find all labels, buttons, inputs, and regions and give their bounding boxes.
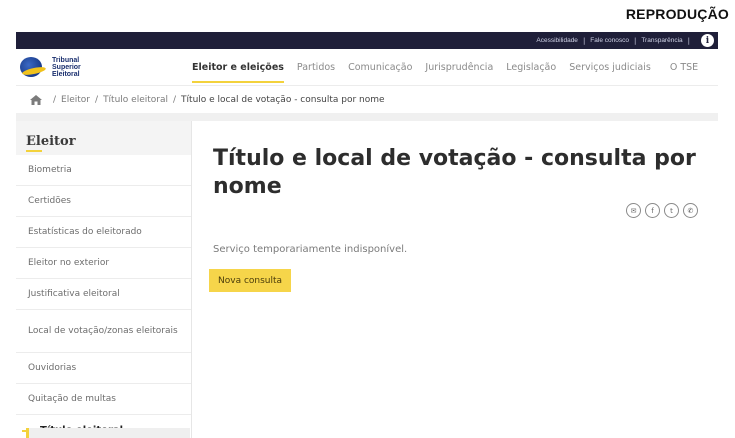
- tse-logo-icon: [20, 56, 47, 78]
- breadcrumb-eleitor[interactable]: Eleitor: [61, 95, 90, 105]
- accessibility-link[interactable]: Acessibilidade: [536, 37, 578, 44]
- sidebar-subitem-placeholder[interactable]: [26, 428, 190, 438]
- share-bar: ✉ f t ✆: [622, 203, 698, 218]
- nav-o-tse[interactable]: O TSE: [670, 62, 698, 73]
- utility-separator: |: [582, 36, 586, 45]
- nav-jurisprudencia[interactable]: Jurisprudência: [425, 62, 493, 73]
- sidebar-item-eleitor-exterior[interactable]: Eleitor no exterior: [16, 248, 191, 279]
- facebook-icon[interactable]: f: [645, 203, 660, 218]
- info-icon[interactable]: i: [701, 34, 714, 47]
- whatsapp-icon[interactable]: ✆: [683, 203, 698, 218]
- utility-bar: Acessibilidade | Fale conosco | Transpar…: [16, 32, 718, 49]
- utility-separator: |: [633, 36, 637, 45]
- twitter-icon[interactable]: t: [664, 203, 679, 218]
- nav-servicos-judiciais[interactable]: Serviços judiciais: [569, 62, 651, 73]
- main-content: Título e local de votação - consulta por…: [192, 121, 718, 438]
- contact-link[interactable]: Fale conosco: [590, 37, 629, 44]
- breadcrumb-separator: /: [95, 94, 99, 105]
- sidebar-item-biometria[interactable]: Biometria: [16, 155, 191, 186]
- breadcrumb-titulo-eleitoral[interactable]: Título eleitoral: [103, 95, 168, 105]
- breadcrumb-separator: /: [53, 94, 57, 105]
- nav-comunicacao[interactable]: Comunicação: [348, 62, 412, 73]
- sidebar-item-local-votacao[interactable]: Local de votação/zonas eleitorais: [16, 310, 191, 353]
- nav-eleitor-eleicoes[interactable]: Eleitor e eleições: [192, 62, 284, 83]
- transparency-link[interactable]: Transparência: [641, 37, 682, 44]
- page-title: Título e local de votação - consulta por…: [213, 146, 696, 199]
- email-icon[interactable]: ✉: [626, 203, 641, 218]
- sidebar-title: Eleitor: [26, 134, 76, 149]
- breadcrumb-separator: /: [173, 94, 177, 105]
- sidebar-item-estatisticas[interactable]: Estatísticas do eleitorado: [16, 217, 191, 248]
- breadcrumb: / Eleitor / Título eleitoral / Título e …: [16, 85, 718, 113]
- sidebar-item-quitacao-multas[interactable]: Quitação de multas: [16, 384, 191, 415]
- sidebar-item-certidoes[interactable]: Certidões: [16, 186, 191, 217]
- image-credit-caption: REPRODUÇÃO: [625, 6, 729, 22]
- sidebar: Eleitor Biometria Certidões Estatísticas…: [16, 121, 192, 438]
- tse-logo-text: Tribunal Superior Eleitoral: [52, 56, 81, 78]
- sidebar-header: Eleitor: [16, 121, 191, 155]
- utility-separator: |: [687, 36, 690, 45]
- section-divider: [16, 113, 718, 121]
- breadcrumb-current: Título e local de votação - consulta por…: [181, 94, 385, 105]
- sidebar-item-ouvidorias[interactable]: Ouvidorias: [16, 353, 191, 384]
- nav-legislacao[interactable]: Legislação: [506, 62, 556, 73]
- main-nav: Tribunal Superior Eleitoral Eleitor e el…: [16, 49, 718, 85]
- sidebar-item-justificativa[interactable]: Justificativa eleitoral: [16, 279, 191, 310]
- new-query-button[interactable]: Nova consulta: [209, 269, 292, 292]
- tse-logo[interactable]: Tribunal Superior Eleitoral: [16, 56, 192, 78]
- nav-partidos[interactable]: Partidos: [297, 62, 335, 73]
- status-message: Serviço temporariamente indisponível.: [213, 244, 408, 255]
- home-icon[interactable]: [30, 94, 42, 105]
